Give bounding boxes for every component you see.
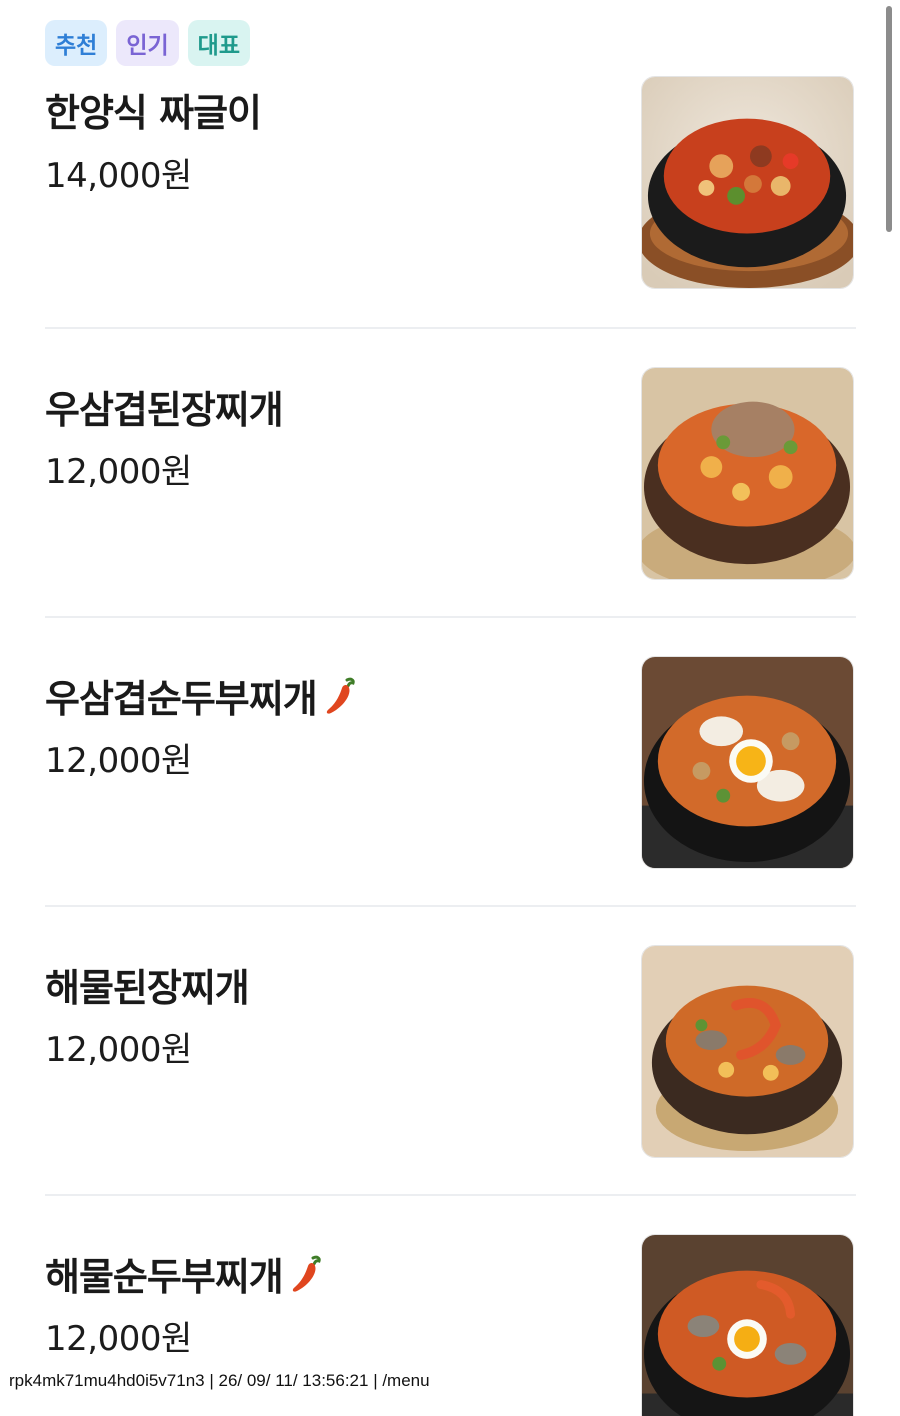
item-name: 우삼겹순두부찌개 (45, 668, 357, 723)
jjageuli-photo[interactable] (641, 76, 854, 289)
item-name-text: 해물순두부찌개 (45, 1255, 284, 1299)
item-name-text: 우삼겹된장찌개 (45, 388, 284, 432)
item-price: 14,000원 (45, 156, 192, 196)
item-name: 해물된장찌개 (45, 957, 250, 1012)
item-price: 12,000원 (45, 452, 192, 492)
seafood-tofu-stew-photo[interactable] (641, 1234, 854, 1416)
tag-recommended: 추천 (45, 20, 108, 66)
item-price: 12,000원 (45, 1030, 192, 1070)
chili-pepper-icon (289, 1254, 323, 1294)
item-name-text: 해물된장찌개 (45, 966, 250, 1010)
menu-item-jjageuli[interactable]: 추천 인기 대표 한양식 짜글이 14,000원 (45, 0, 856, 329)
doenjang-stew-photo[interactable] (641, 367, 854, 580)
tag-signature: 대표 (187, 20, 250, 66)
menu-item-beef-soft-tofu-stew[interactable]: 우삼겹순두부찌개 12,000원 (45, 618, 856, 907)
menu-item-seafood-doenjang-stew[interactable]: 해물된장찌개 12,000원 (45, 907, 856, 1196)
item-price: 12,000원 (45, 741, 192, 781)
debug-footer: rpk4mk71mu4hd0i5v71n3 | 26/ 09/ 11/ 13:5… (9, 1371, 434, 1391)
chili-pepper-icon (323, 676, 357, 716)
menu-item-beef-doenjang-stew[interactable]: 우삼겹된장찌개 12,000원 (45, 329, 856, 618)
item-name: 우삼겹된장찌개 (45, 379, 284, 434)
item-name: 해물순두부찌개 (45, 1246, 323, 1301)
tag-list: 추천 인기 대표 (45, 20, 250, 66)
soft-tofu-stew-photo[interactable] (641, 656, 854, 869)
item-name: 한양식 짜글이 (45, 82, 262, 137)
menu-list: 추천 인기 대표 한양식 짜글이 14,000원 우삼겹된장찌개 12,000원… (45, 0, 856, 1416)
tag-popular: 인기 (116, 20, 179, 66)
item-name-text: 한양식 짜글이 (45, 91, 262, 135)
scrollbar[interactable] (886, 6, 892, 232)
seafood-doenjang-photo[interactable] (641, 945, 854, 1158)
item-name-text: 우삼겹순두부찌개 (45, 677, 318, 721)
item-price: 12,000원 (45, 1319, 192, 1359)
